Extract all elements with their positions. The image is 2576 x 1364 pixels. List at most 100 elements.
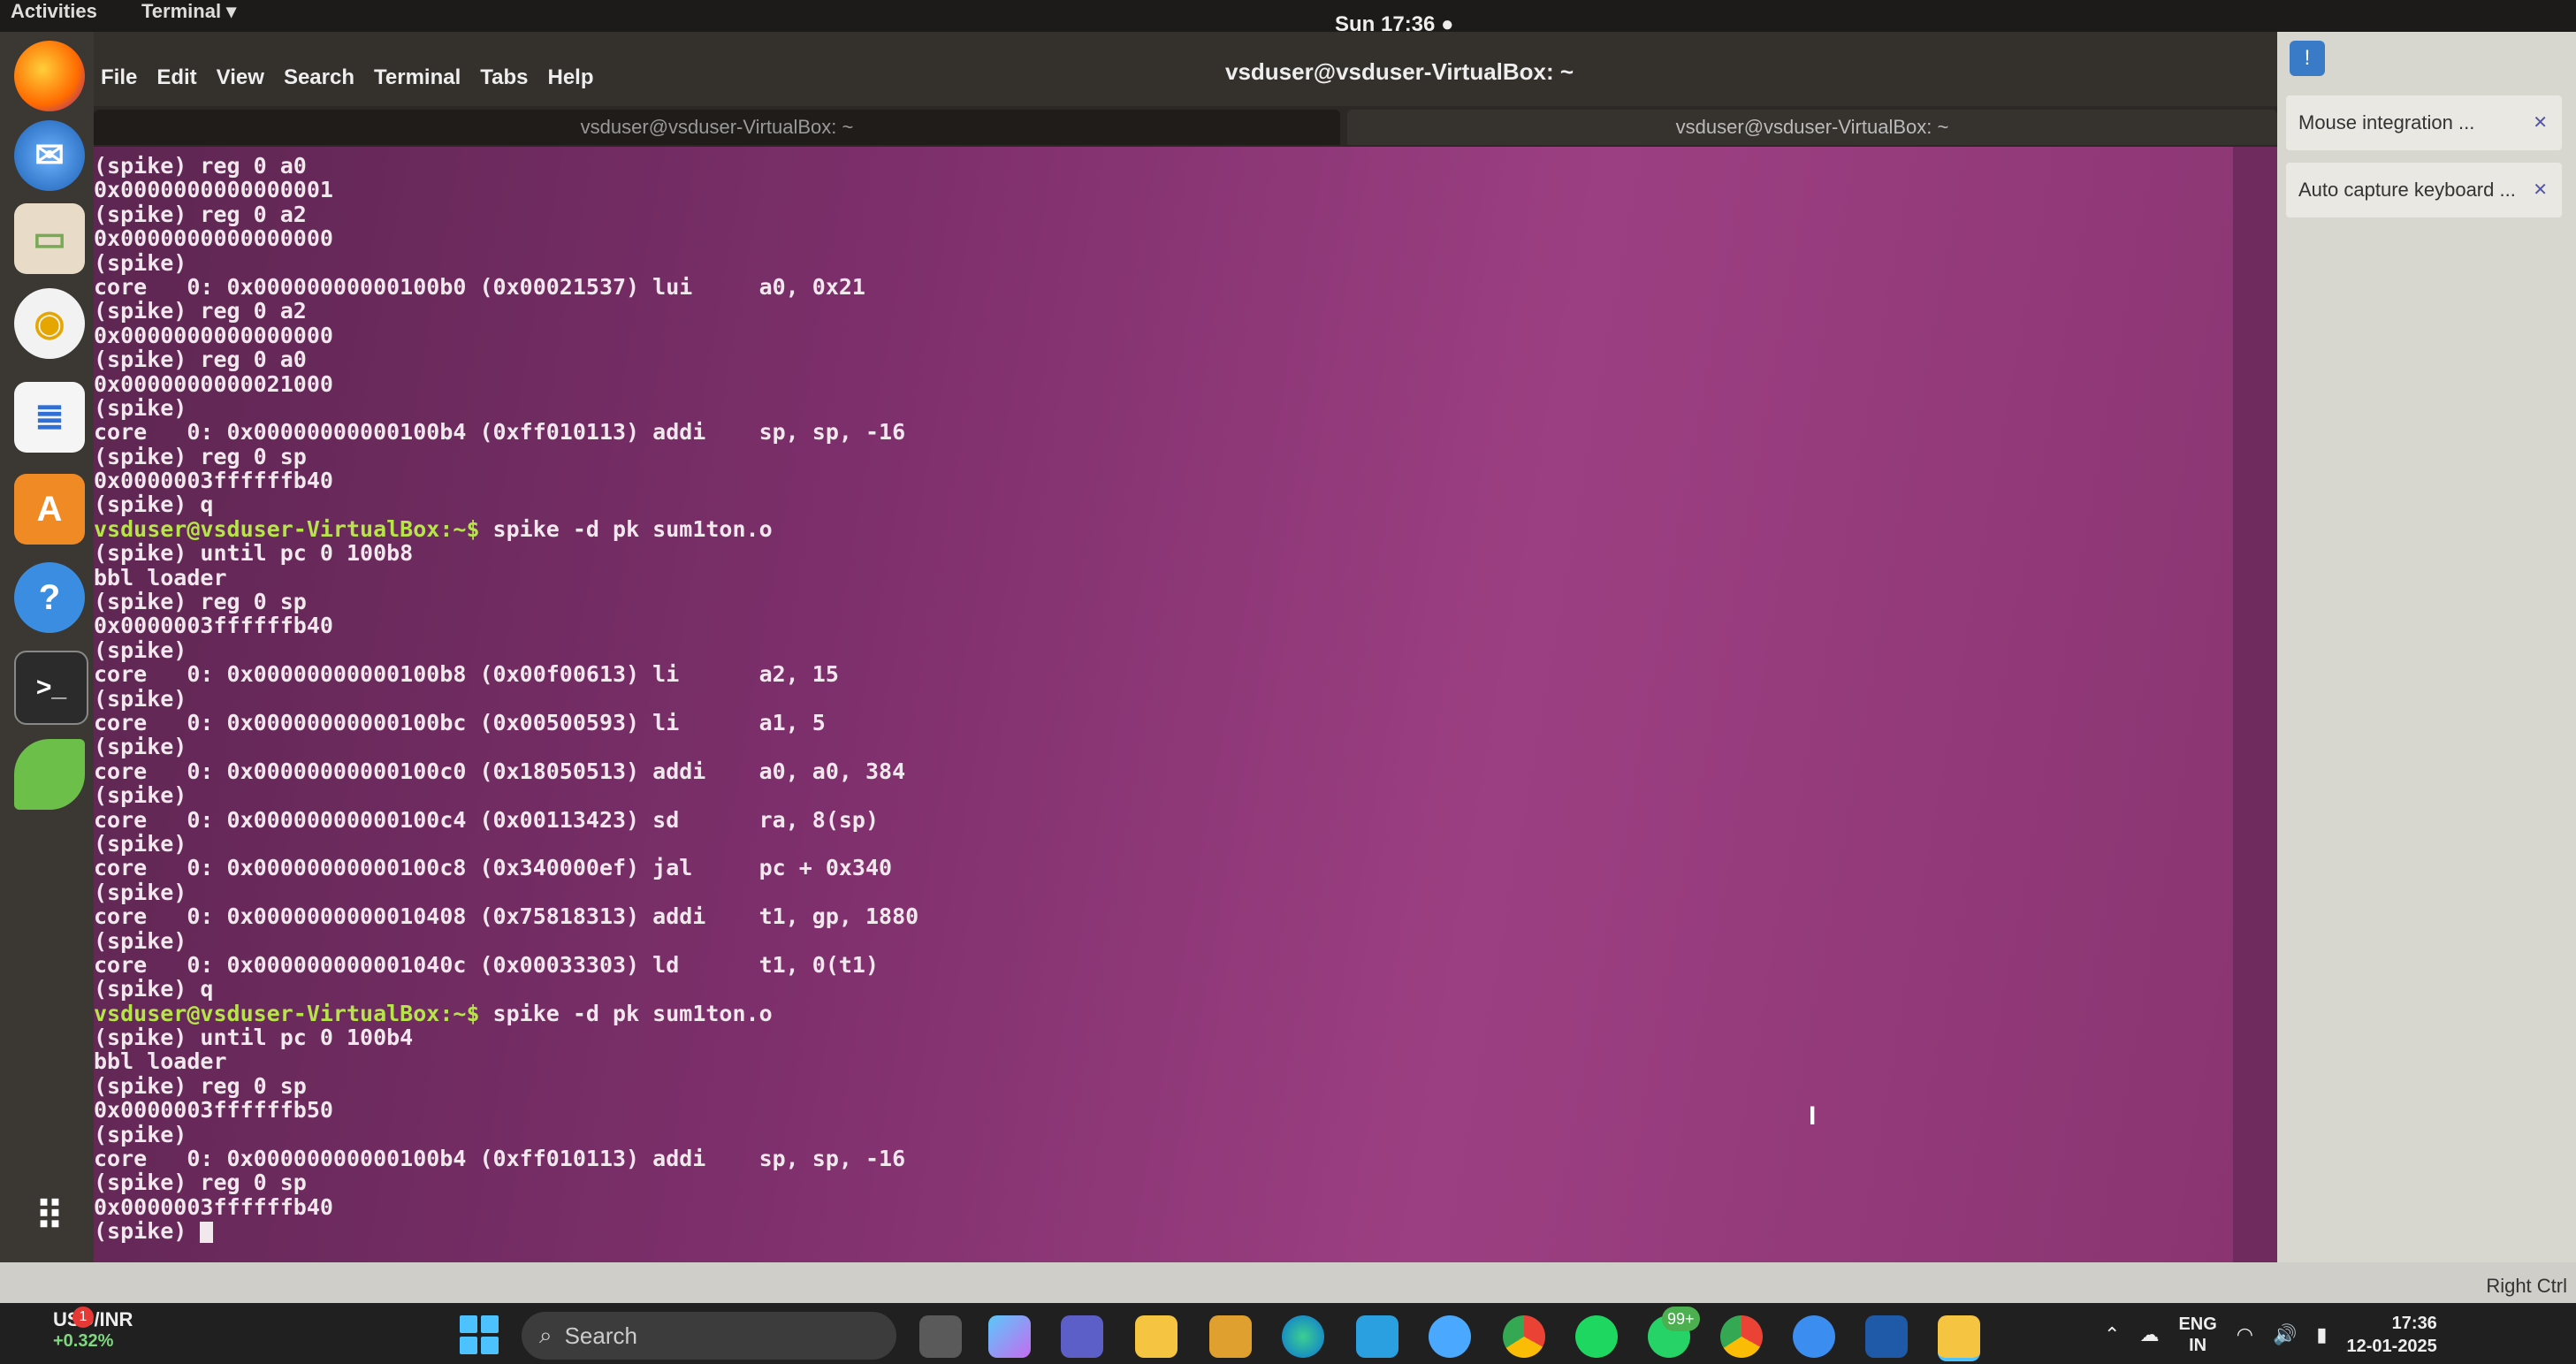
windows-start-icon[interactable] <box>460 1315 499 1354</box>
terminal-line-text: 0x0000003ffffffb40 <box>94 613 333 639</box>
menu-search[interactable]: Search <box>284 65 354 90</box>
terminal-line-text: (spike) reg 0 sp <box>94 1072 307 1099</box>
task-view-icon[interactable] <box>919 1315 962 1358</box>
chevron-up-icon[interactable]: ⌃ <box>2104 1323 2120 1346</box>
terminal-line: core 0: 0x00000000000100b8 (0x00f00613) … <box>94 662 2233 686</box>
terminal-line: (spike) q <box>94 977 2233 1001</box>
wifi-icon[interactable]: ◠ <box>2237 1323 2253 1346</box>
terminal-line: (spike) <box>94 638 2233 662</box>
thunderbird-icon[interactable]: ✉ <box>14 120 85 191</box>
terminal-line-text: core 0: 0x0000000000010408 (0x75818313) … <box>94 903 919 930</box>
window-title: vsduser@vsduser-VirtualBox: ~ <box>1225 58 1574 85</box>
rhythmbox-icon[interactable]: ◉ <box>14 288 85 359</box>
whatsapp-badge: 99+ <box>1662 1307 1700 1331</box>
battery-icon[interactable]: ▮ <box>2316 1323 2327 1346</box>
chrome-icon[interactable] <box>1503 1315 1545 1358</box>
terminal-line: (spike) q <box>94 492 2233 516</box>
onedrive-icon[interactable]: ☁ <box>2139 1323 2159 1346</box>
terminal-line: (spike) <box>94 249 2233 276</box>
windows-taskbar: USD/INR +0.32% 1 ⌕ Search 99+ ⌃ ☁ ENG IN… <box>0 1303 2576 1364</box>
terminal-line-text: core 0: 0x00000000000100c8 (0x340000ef) … <box>94 855 893 881</box>
terminal-line: core 0: 0x0000000000010408 (0x75818313) … <box>94 904 2233 928</box>
notification-info-icon[interactable]: ! <box>2290 41 2325 76</box>
auto-capture-notification[interactable]: Auto capture keyboard ... ✕ <box>2286 163 2562 217</box>
photo-app-icon[interactable] <box>1429 1315 1471 1358</box>
copilot-icon[interactable] <box>988 1315 1031 1358</box>
terminal-line: (spike) reg 0 a2 <box>94 202 2233 226</box>
menu-view[interactable]: View <box>217 65 264 90</box>
menu-tabs[interactable]: Tabs <box>480 65 528 90</box>
ubuntu-top-bar: Activities Terminal ▾ Sun 17:36 ● <box>0 0 2576 36</box>
terminal-line-text: (spike) reg 0 sp <box>94 589 307 615</box>
terminal-line-text: core 0: 0x00000000000100b0 (0x00021537) … <box>94 273 865 300</box>
terminal-line: core 0: 0x00000000000100c4 (0x00113423) … <box>94 806 2233 833</box>
terminal-line: (spike) until pc 0 100b8 <box>94 541 2233 565</box>
remote-app-icon[interactable] <box>1793 1315 1835 1358</box>
terminal-line-text: (spike) reg 0 sp <box>94 443 307 469</box>
system-tray: ⌃ ☁ ENG IN ◠ 🔊 ▮ 17:36 12-01-2025 <box>2104 1312 2437 1358</box>
app-menu-terminal[interactable]: Terminal ▾ <box>141 0 236 23</box>
firefox-icon[interactable] <box>14 41 85 111</box>
virtualbox-status-bar: Right Ctrl <box>0 1262 2576 1303</box>
mouse-integration-notification[interactable]: Mouse integration ... ✕ <box>2286 95 2562 150</box>
terminal-line: (spike) reg 0 sp <box>94 1170 2233 1194</box>
tab-terminal-1[interactable]: vsduser@vsduser-VirtualBox: ~ <box>94 110 1340 145</box>
terminal-line: (spike) <box>94 928 2233 953</box>
menu-file[interactable]: File <box>101 65 137 90</box>
tab-terminal-2[interactable]: vsduser@vsduser-VirtualBox: ~ <box>1347 110 2277 145</box>
terminal-window: File Edit View Search Terminal Tabs Help… <box>94 32 2277 1262</box>
terminal-line: core 0: 0x00000000000100b0 (0x00021537) … <box>94 275 2233 299</box>
terminal-line-text: (spike) reg 0 a2 <box>94 201 307 227</box>
prompt-user-host: vsduser@vsduser-VirtualBox <box>94 515 440 542</box>
terminal-line-text: core 0: 0x00000000000100c4 (0x00113423) … <box>94 806 880 833</box>
language-indicator[interactable]: ENG IN <box>2178 1314 2216 1356</box>
terminal-line: (spike) <box>94 832 2233 856</box>
file-explorer-icon[interactable] <box>1135 1315 1177 1358</box>
terminal-line: (spike) <box>94 1122 2233 1147</box>
terminal-line: core 0: 0x00000000000100bc (0x00500593) … <box>94 711 2233 735</box>
spotify-icon[interactable] <box>1575 1315 1618 1358</box>
show-apps-icon[interactable]: ⠿ <box>14 1181 85 1252</box>
store-icon[interactable] <box>1209 1315 1252 1358</box>
virtualbox-vm-icon[interactable] <box>1938 1315 1980 1361</box>
help-icon[interactable]: ? <box>14 562 85 633</box>
close-icon[interactable]: ✕ <box>2533 179 2548 201</box>
edge-icon[interactable] <box>1282 1315 1324 1358</box>
terminal-line: bbl loader <box>94 1049 2233 1073</box>
files-icon[interactable]: ▭ <box>14 203 85 274</box>
virtualbox-icon[interactable] <box>1865 1315 1908 1358</box>
terminal-line-text: (spike) <box>94 249 187 276</box>
software-center-icon[interactable]: A <box>14 474 85 545</box>
terminal-line: (spike) reg 0 sp <box>94 590 2233 613</box>
leaf-app-icon[interactable] <box>14 739 85 810</box>
close-icon[interactable]: ✕ <box>2533 111 2548 133</box>
system-clock[interactable]: 17:36 12-01-2025 <box>2347 1312 2437 1358</box>
terminal-line-text: (spike) reg 0 a0 <box>94 153 307 179</box>
teams-icon[interactable] <box>1061 1315 1103 1358</box>
terminal-line-text: bbl loader <box>94 564 227 591</box>
terminal-body[interactable]: (spike) reg 0 a0 0x0000000000000001 (spike… <box>94 147 2233 1262</box>
menu-help[interactable]: Help <box>547 65 593 90</box>
menu-edit[interactable]: Edit <box>156 65 196 90</box>
terminal-line: (spike) <box>94 1219 2233 1243</box>
terminal-line: core 0: 0x000000000001040c (0x00033303) … <box>94 953 2233 977</box>
terminal-line-text: (spike) <box>94 685 187 712</box>
chrome-profile-icon[interactable] <box>1720 1315 1763 1358</box>
terminal-dock-icon[interactable]: >_ <box>14 651 88 725</box>
writer-icon[interactable]: ≣ <box>14 382 85 453</box>
terminal-line: (spike) reg 0 a0 <box>94 347 2233 371</box>
terminal-line-text: spike -d pk sum1ton.o <box>479 515 773 542</box>
monitor-app-icon[interactable] <box>1356 1315 1399 1358</box>
host-key-label[interactable]: Right Ctrl <box>2486 1275 2567 1298</box>
terminal-line: core 0: 0x00000000000100b4 (0xff010113) … <box>94 1147 2233 1170</box>
terminal-line: (spike) <box>94 735 2233 758</box>
language-top: ENG <box>2178 1314 2217 1334</box>
menu-terminal[interactable]: Terminal <box>374 65 461 90</box>
terminal-line-text: 0x0000000000000001 <box>94 177 333 203</box>
taskbar-search[interactable]: ⌕ Search <box>522 1312 896 1360</box>
text-cursor <box>200 1222 214 1244</box>
terminal-line-text: spike -d pk sum1ton.o <box>479 1000 773 1026</box>
activities-button[interactable]: Activities <box>11 0 97 23</box>
terminal-line-text: core 0: 0x00000000000100c0 (0x18050513) … <box>94 758 906 784</box>
volume-icon[interactable]: 🔊 <box>2273 1323 2297 1346</box>
